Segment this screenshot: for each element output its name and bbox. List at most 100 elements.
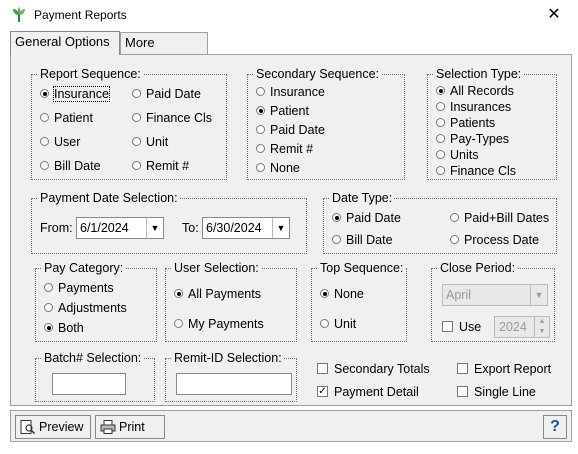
checkbox-icon <box>442 321 453 333</box>
chevron-down-icon[interactable]: ▼ <box>530 285 547 305</box>
close-period-year-spinner[interactable]: 2024 ▲ ▼ <box>494 316 550 338</box>
tab-general-options[interactable]: General Options <box>10 31 120 55</box>
secondary-seq-insurance[interactable]: Insurance <box>256 85 325 100</box>
report-seq-finance-cls[interactable]: Finance Cls <box>132 111 212 126</box>
close-period-use-checkbox[interactable]: Use <box>442 320 481 335</box>
report-seq-insurance[interactable]: Insurance <box>40 86 110 102</box>
secondary-sequence-group: Secondary Sequence: Insurance Patient Pa… <box>247 67 405 180</box>
report-seq-unit[interactable]: Unit <box>132 135 168 150</box>
payment-detail-checkbox[interactable]: ✓ Payment Detail <box>317 385 419 400</box>
payment-date-title: Payment Date Selection: <box>38 191 180 205</box>
selection-insurances[interactable]: Insurances <box>436 100 511 115</box>
selection-type-title: Selection Type: <box>434 67 524 81</box>
close-period-group: Close Period: April ▼ Use 2024 ▲ ▼ <box>431 261 555 342</box>
secondary-seq-paid-date[interactable]: Paid Date <box>256 123 325 138</box>
close-button[interactable]: ✕ <box>544 5 564 25</box>
checkbox-checked-icon: ✓ <box>317 386 328 398</box>
pay-category-payments[interactable]: Payments <box>44 281 114 296</box>
report-sequence-title: Report Sequence: <box>38 67 143 81</box>
date-type-paid-bill[interactable]: Paid+Bill Dates <box>450 211 549 226</box>
spin-arrows-icon[interactable]: ▲ ▼ <box>534 317 549 337</box>
radio-icon <box>436 150 445 160</box>
help-button[interactable]: ? <box>543 415 567 439</box>
radio-icon <box>132 137 141 147</box>
chevron-down-icon[interactable]: ▼ <box>272 218 289 238</box>
selection-pay-types[interactable]: Pay-Types <box>436 132 509 147</box>
from-date-value: 6/1/2024 <box>80 221 129 235</box>
user-my-payments[interactable]: My Payments <box>174 317 264 332</box>
radio-icon <box>256 87 265 97</box>
radio-icon <box>132 113 141 123</box>
report-seq-remit[interactable]: Remit # <box>132 159 189 174</box>
date-type-paid-date[interactable]: Paid Date <box>332 211 401 226</box>
remit-id-input[interactable] <box>176 373 292 395</box>
top-seq-none[interactable]: None <box>320 287 364 302</box>
selection-type-group: Selection Type: All Records Insurances P… <box>427 67 557 180</box>
checkbox-icon <box>457 363 468 375</box>
remit-selection-title: Remit-ID Selection: <box>172 351 284 365</box>
to-date-picker[interactable]: 6/30/2024 ▼ <box>202 217 290 239</box>
payment-date-group: Payment Date Selection: From: 6/1/2024 ▼… <box>31 191 307 254</box>
radio-icon <box>320 319 329 329</box>
radio-icon <box>40 161 49 171</box>
radio-icon <box>256 163 265 173</box>
radio-icon <box>40 89 49 99</box>
selection-patients[interactable]: Patients <box>436 116 495 131</box>
radio-icon <box>40 113 49 123</box>
pay-category-adjustments[interactable]: Adjustments <box>44 301 127 316</box>
from-date-picker[interactable]: 6/1/2024 ▼ <box>76 217 164 239</box>
report-seq-paid-date[interactable]: Paid Date <box>132 87 201 102</box>
tab-more-options[interactable]: More Options <box>120 32 208 70</box>
secondary-seq-none[interactable]: None <box>256 161 300 176</box>
remit-selection-group: Remit-ID Selection: <box>165 351 297 402</box>
report-seq-user[interactable]: User <box>40 135 80 150</box>
print-button[interactable]: Print <box>95 415 165 439</box>
window-title: Payment Reports <box>34 8 127 22</box>
radio-icon <box>174 289 183 299</box>
export-report-checkbox[interactable]: Export Report <box>457 362 551 377</box>
report-seq-bill-date[interactable]: Bill Date <box>40 159 101 174</box>
tab-strip: General Options More Options <box>10 31 570 70</box>
chevron-down-icon[interactable]: ▼ <box>146 218 163 238</box>
selection-all-records[interactable]: All Records <box>436 84 514 99</box>
top-sequence-title: Top Sequence: <box>318 261 406 275</box>
radio-icon <box>256 144 265 154</box>
radio-icon <box>44 303 53 313</box>
close-period-month-value: April <box>446 288 472 302</box>
pay-category-group: Pay Category: Payments Adjustments Both <box>35 261 157 342</box>
radio-icon <box>256 125 265 135</box>
radio-icon <box>450 213 459 223</box>
radio-icon <box>40 137 49 147</box>
from-label: From: <box>40 221 73 235</box>
radio-icon <box>332 213 341 223</box>
pay-category-both[interactable]: Both <box>44 321 84 336</box>
radio-icon <box>436 102 445 112</box>
secondary-seq-patient[interactable]: Patient <box>256 104 309 119</box>
pay-category-title: Pay Category: <box>42 261 126 275</box>
single-line-checkbox[interactable]: Single Line <box>457 385 536 400</box>
radio-icon <box>44 283 53 293</box>
preview-button[interactable]: Preview <box>15 415 91 439</box>
to-date-value: 6/30/2024 <box>206 221 262 235</box>
date-type-process-date[interactable]: Process Date <box>450 233 539 248</box>
radio-icon <box>436 86 445 96</box>
report-seq-patient[interactable]: Patient <box>40 111 93 126</box>
radio-icon <box>320 289 329 299</box>
date-type-bill-date[interactable]: Bill Date <box>332 233 393 248</box>
user-all-payments[interactable]: All Payments <box>174 287 261 302</box>
batch-number-input[interactable] <box>52 373 126 395</box>
close-period-month-select[interactable]: April ▼ <box>442 284 548 306</box>
top-seq-unit[interactable]: Unit <box>320 317 356 332</box>
batch-selection-group: Batch# Selection: <box>35 351 155 402</box>
radio-icon <box>450 235 459 245</box>
user-selection-title: User Selection: <box>172 261 261 275</box>
radio-icon <box>436 134 445 144</box>
checkbox-icon <box>317 363 328 375</box>
radio-icon <box>436 118 445 128</box>
selection-units[interactable]: Units <box>436 148 478 163</box>
date-type-group: Date Type: Paid Date Paid+Bill Dates Bil… <box>323 191 557 254</box>
general-options-panel: Report Sequence: Insurance Paid Date Pat… <box>10 54 572 406</box>
secondary-totals-checkbox[interactable]: Secondary Totals <box>317 362 430 377</box>
selection-finance-cls[interactable]: Finance Cls <box>436 164 516 179</box>
secondary-seq-remit[interactable]: Remit # <box>256 142 313 157</box>
